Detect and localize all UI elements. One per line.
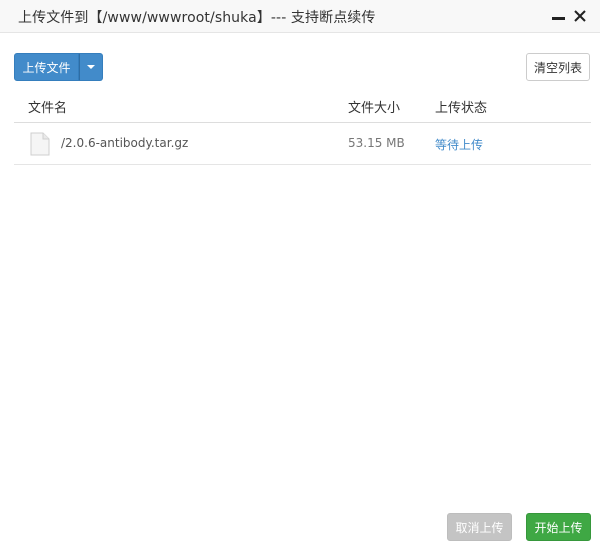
clear-list-button[interactable]: 清空列表 <box>526 53 590 81</box>
upload-dialog: 上传文件到【/www/wwwroot/shuka】--- 支持断点续传 上传文件… <box>0 0 600 556</box>
minimize-button[interactable] <box>548 6 568 26</box>
upload-status[interactable]: 等待上传 <box>435 136 483 153</box>
file-size: 53.15 MB <box>348 136 405 150</box>
close-icon <box>574 10 586 22</box>
column-header-file-size: 文件大小 <box>348 101 401 116</box>
upload-dropdown-toggle[interactable] <box>79 53 103 81</box>
file-icon <box>30 132 50 156</box>
table-header: 文件名 文件大小 上传状态 <box>14 88 591 123</box>
close-button[interactable] <box>570 6 590 26</box>
dialog-title: 上传文件到【/www/wwwroot/shuka】--- 支持断点续传 <box>18 10 376 26</box>
caret-down-icon <box>87 65 95 69</box>
minimize-icon <box>551 16 565 20</box>
column-header-upload-status: 上传状态 <box>435 101 488 116</box>
dialog-titlebar: 上传文件到【/www/wwwroot/shuka】--- 支持断点续传 <box>0 0 600 33</box>
upload-files-button[interactable]: 上传文件 <box>14 53 79 81</box>
cancel-upload-button[interactable]: 取消上传 <box>447 513 512 541</box>
column-header-file-name: 文件名 <box>28 101 68 116</box>
upload-button-group: 上传文件 <box>14 53 103 81</box>
start-upload-button[interactable]: 开始上传 <box>526 513 591 541</box>
upload-file-table: 文件名 文件大小 上传状态 /2.0.6-antibody.tar.gz 53.… <box>14 88 591 165</box>
table-row: /2.0.6-antibody.tar.gz 53.15 MB 等待上传 <box>14 123 591 165</box>
file-name: /2.0.6-antibody.tar.gz <box>61 136 189 150</box>
